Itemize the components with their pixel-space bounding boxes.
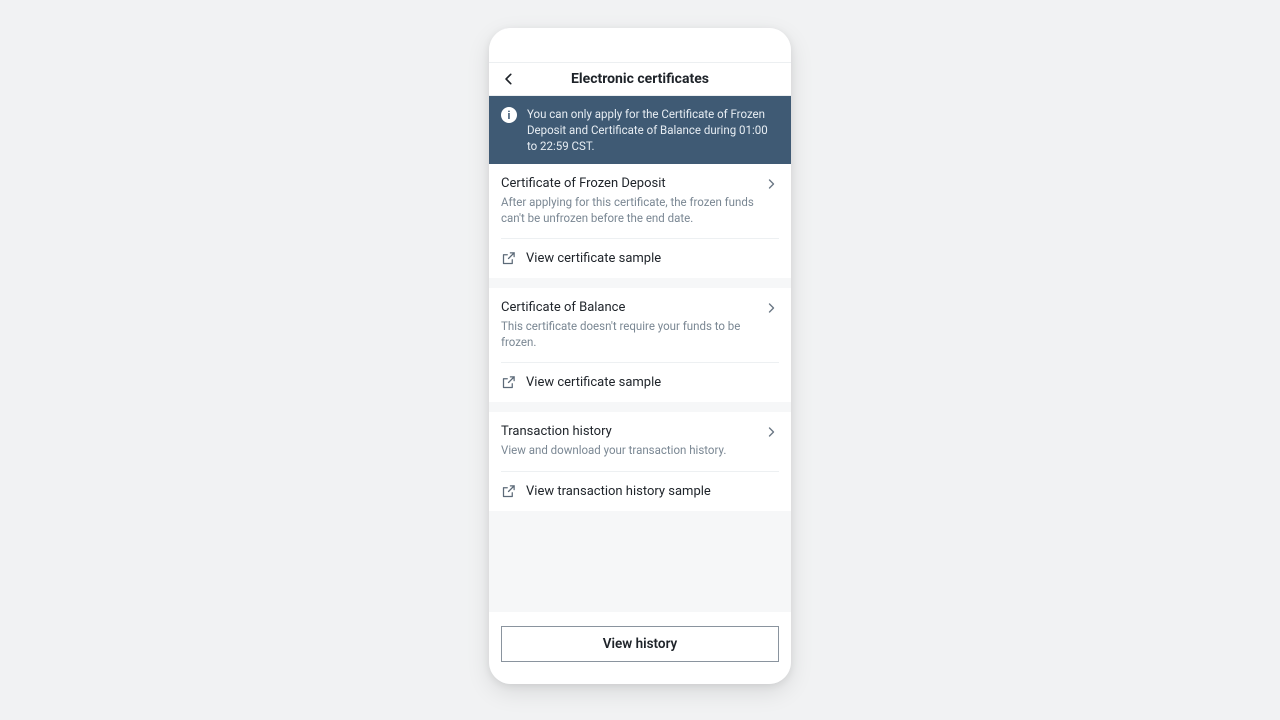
card-title: Transaction history bbox=[501, 424, 755, 439]
row-balance-sample[interactable]: View certificate sample bbox=[489, 363, 791, 402]
info-banner-text: You can only apply for the Certificate o… bbox=[527, 106, 779, 154]
status-bar bbox=[489, 28, 791, 62]
card-frozen-deposit: Certificate of Frozen Deposit After appl… bbox=[489, 164, 791, 278]
card-desc: After applying for this certificate, the… bbox=[501, 195, 755, 226]
chevron-left-icon bbox=[502, 72, 516, 86]
info-banner: i You can only apply for the Certificate… bbox=[489, 96, 791, 164]
chevron-right-icon bbox=[765, 426, 777, 438]
nav-bar: Electronic certificates bbox=[489, 62, 791, 96]
chevron-right-icon bbox=[765, 302, 777, 314]
card-desc: View and download your transaction histo… bbox=[501, 443, 755, 459]
sample-link-label: View certificate sample bbox=[526, 251, 661, 266]
footer: View history bbox=[489, 612, 791, 684]
sample-link-label: View certificate sample bbox=[526, 375, 661, 390]
sample-link-label: View transaction history sample bbox=[526, 484, 711, 499]
back-button[interactable] bbox=[499, 69, 519, 89]
card-title: Certificate of Frozen Deposit bbox=[501, 176, 755, 191]
view-history-button[interactable]: View history bbox=[501, 626, 779, 662]
card-desc: This certificate doesn't require your fu… bbox=[501, 319, 755, 350]
info-icon: i bbox=[501, 107, 517, 123]
card-balance: Certificate of Balance This certificate … bbox=[489, 288, 791, 402]
page-title: Electronic certificates bbox=[489, 71, 791, 87]
button-label: View history bbox=[603, 636, 678, 652]
row-balance[interactable]: Certificate of Balance This certificate … bbox=[489, 288, 791, 362]
external-link-icon bbox=[501, 484, 516, 499]
phone-frame: Electronic certificates i You can only a… bbox=[489, 28, 791, 684]
external-link-icon bbox=[501, 375, 516, 390]
row-transaction-history[interactable]: Transaction history View and download yo… bbox=[489, 412, 791, 471]
row-frozen-deposit[interactable]: Certificate of Frozen Deposit After appl… bbox=[489, 164, 791, 238]
card-transaction-history: Transaction history View and download yo… bbox=[489, 412, 791, 511]
content-area: Certificate of Frozen Deposit After appl… bbox=[489, 164, 791, 612]
card-title: Certificate of Balance bbox=[501, 300, 755, 315]
row-transaction-history-sample[interactable]: View transaction history sample bbox=[489, 472, 791, 511]
external-link-icon bbox=[501, 251, 516, 266]
row-frozen-deposit-sample[interactable]: View certificate sample bbox=[489, 239, 791, 278]
chevron-right-icon bbox=[765, 178, 777, 190]
